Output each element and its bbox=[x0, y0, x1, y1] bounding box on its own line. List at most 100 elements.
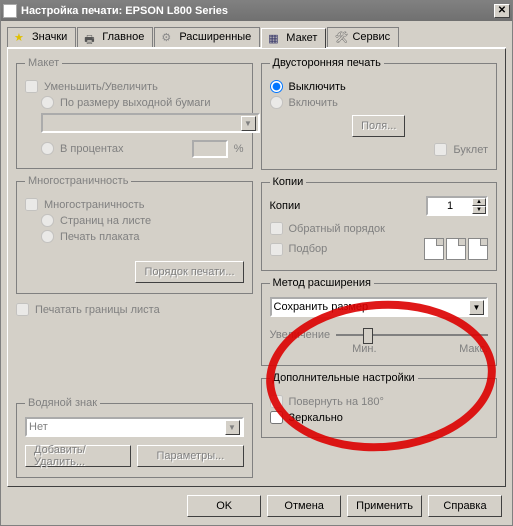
mirror-check[interactable]: Зеркально bbox=[270, 411, 489, 424]
checkbox[interactable] bbox=[270, 222, 283, 235]
reduce-enlarge-check[interactable]: Уменьшить/Увеличить bbox=[25, 80, 244, 93]
radio-label: Включить bbox=[289, 97, 338, 109]
in-percent-radio[interactable]: В процентах bbox=[41, 142, 124, 155]
rotate-180-check[interactable]: Повернуть на 180° bbox=[270, 395, 489, 408]
close-button[interactable]: ✕ bbox=[494, 4, 510, 18]
checkbox[interactable] bbox=[16, 303, 29, 316]
slider-thumb[interactable] bbox=[363, 328, 373, 344]
check-label: Зеркально bbox=[289, 412, 343, 424]
ok-button[interactable]: OK bbox=[187, 495, 261, 517]
left-column: Макет Уменьшить/Увеличить По размеру вых… bbox=[16, 57, 253, 478]
tab-service[interactable]: 🛠 Сервис bbox=[327, 27, 399, 47]
combo-text: Сохранить размер bbox=[274, 301, 470, 313]
copies-input[interactable] bbox=[428, 198, 472, 214]
print-borders-check[interactable]: Печатать границы листа bbox=[16, 303, 253, 316]
zoom-label: Увеличение bbox=[270, 329, 331, 341]
watermark-combo[interactable]: Нет▼ bbox=[25, 417, 244, 437]
radio[interactable] bbox=[270, 80, 283, 93]
checkbox[interactable] bbox=[434, 143, 447, 156]
tab-icons[interactable]: ★ Значки bbox=[7, 27, 76, 47]
chevron-down-icon[interactable]: ▼ bbox=[225, 420, 240, 435]
poster-radio[interactable]: Печать плаката bbox=[41, 230, 244, 243]
checkbox[interactable] bbox=[270, 243, 283, 256]
window-title: Настройка печати: EPSON L800 Series bbox=[21, 5, 494, 17]
pages-per-sheet-radio[interactable]: Страниц на листе bbox=[41, 214, 244, 227]
group-expand-method: Метод расширения Сохранить размер▼ Увели… bbox=[261, 277, 498, 366]
group-layout: Макет Уменьшить/Увеличить По размеру вых… bbox=[16, 57, 253, 169]
booklet-check[interactable]: Буклет bbox=[270, 143, 489, 156]
check-label: Обратный порядок bbox=[289, 223, 385, 235]
reverse-order-check[interactable]: Обратный порядок bbox=[270, 222, 489, 235]
watermark-add-remove-button[interactable]: Добавить/Удалить... bbox=[25, 445, 131, 467]
dialog-footer: OK Отмена Применить Справка bbox=[1, 487, 512, 525]
slider-min: Мин. bbox=[352, 343, 376, 355]
multipage-check[interactable]: Многостраничность bbox=[25, 198, 244, 211]
radio[interactable] bbox=[41, 96, 54, 109]
expand-method-combo[interactable]: Сохранить размер▼ bbox=[270, 297, 489, 317]
tab-strip: ★ Значки 🖶 Главное ⚙Расширенные ▦Макет 🛠 Се… bbox=[7, 27, 506, 48]
right-column: Двусторонняя печать Выключить Включить П… bbox=[261, 57, 498, 478]
group-watermark: Водяной знак Нет▼ Добавить/Удалить... Па… bbox=[16, 397, 253, 478]
button-label: Параметры... bbox=[156, 450, 224, 462]
zoom-slider[interactable] bbox=[336, 334, 488, 336]
radio[interactable] bbox=[41, 214, 54, 227]
button-label: Справка bbox=[443, 500, 486, 512]
tab-label: Сервис bbox=[352, 31, 390, 43]
group-more-settings: Дополнительные настройки Повернуть на 18… bbox=[261, 372, 498, 438]
checkbox[interactable] bbox=[270, 395, 283, 408]
group-legend: Водяной знак bbox=[25, 397, 100, 409]
help-button[interactable]: Справка bbox=[428, 495, 502, 517]
chevron-down-icon[interactable]: ▼ bbox=[469, 300, 484, 315]
group-multipage: Многостраничность Многостраничность Стра… bbox=[16, 175, 253, 294]
collate-check[interactable]: Подбор bbox=[270, 243, 328, 256]
duplex-off-radio[interactable]: Выключить bbox=[270, 80, 489, 93]
page-icon: ▦ bbox=[268, 32, 282, 44]
radio-label: Печать плаката bbox=[60, 231, 140, 243]
button-label: Порядок печати... bbox=[144, 266, 234, 278]
watermark-params-button[interactable]: Параметры... bbox=[137, 445, 243, 467]
radio-label: Выключить bbox=[289, 81, 346, 93]
star-icon: ★ bbox=[14, 31, 28, 43]
button-label: OK bbox=[216, 500, 232, 512]
tab-main[interactable]: 🖶 Главное bbox=[77, 27, 153, 47]
cancel-button[interactable]: Отмена bbox=[267, 495, 341, 517]
output-paper-combo[interactable]: ▼ bbox=[41, 113, 260, 133]
print-order-button[interactable]: Порядок печати... bbox=[135, 261, 243, 283]
percent-input[interactable] bbox=[192, 140, 228, 158]
check-label: Повернуть на 180° bbox=[289, 396, 384, 408]
wrench-icon: 🛠 bbox=[334, 31, 348, 43]
check-label: Многостраничность bbox=[44, 199, 144, 211]
checkbox[interactable] bbox=[25, 198, 38, 211]
copies-spinner[interactable]: ▲▼ bbox=[426, 196, 488, 216]
titlebar[interactable]: Настройка печати: EPSON L800 Series ✕ bbox=[1, 1, 512, 21]
gear-icon: ⚙ bbox=[161, 31, 175, 43]
printer-icon: 🖶 bbox=[84, 31, 98, 43]
check-label: Подбор bbox=[289, 243, 328, 255]
tab-label: Значки bbox=[32, 31, 67, 43]
radio[interactable] bbox=[41, 230, 54, 243]
button-label: Добавить/Удалить... bbox=[34, 444, 122, 468]
duplex-on-radio[interactable]: Включить bbox=[270, 96, 489, 109]
checkbox[interactable] bbox=[25, 80, 38, 93]
radio[interactable] bbox=[270, 96, 283, 109]
margins-button[interactable]: Поля... bbox=[352, 115, 405, 137]
by-output-paper-radio[interactable]: По размеру выходной бумаги bbox=[41, 96, 244, 109]
apply-button[interactable]: Применить bbox=[347, 495, 422, 517]
copies-label: Копии bbox=[270, 200, 301, 212]
checkbox[interactable] bbox=[270, 411, 283, 424]
radio-label: По размеру выходной бумаги bbox=[60, 97, 211, 109]
radio-label: Страниц на листе bbox=[60, 215, 151, 227]
group-legend: Многостраничность bbox=[25, 175, 131, 187]
page-icon bbox=[468, 238, 488, 260]
tab-layout[interactable]: ▦Макет bbox=[261, 28, 326, 48]
chevron-down-icon[interactable]: ▼ bbox=[241, 116, 256, 131]
spin-up-icon[interactable]: ▲ bbox=[472, 198, 486, 206]
group-duplex: Двусторонняя печать Выключить Включить П… bbox=[261, 57, 498, 170]
tab-advanced[interactable]: ⚙Расширенные bbox=[154, 27, 260, 47]
group-legend: Копии bbox=[270, 176, 307, 188]
page-icon bbox=[424, 238, 444, 260]
spin-down-icon[interactable]: ▼ bbox=[472, 206, 486, 214]
group-legend: Макет bbox=[25, 57, 62, 69]
radio[interactable] bbox=[41, 142, 54, 155]
tab-label: Главное bbox=[102, 31, 144, 43]
